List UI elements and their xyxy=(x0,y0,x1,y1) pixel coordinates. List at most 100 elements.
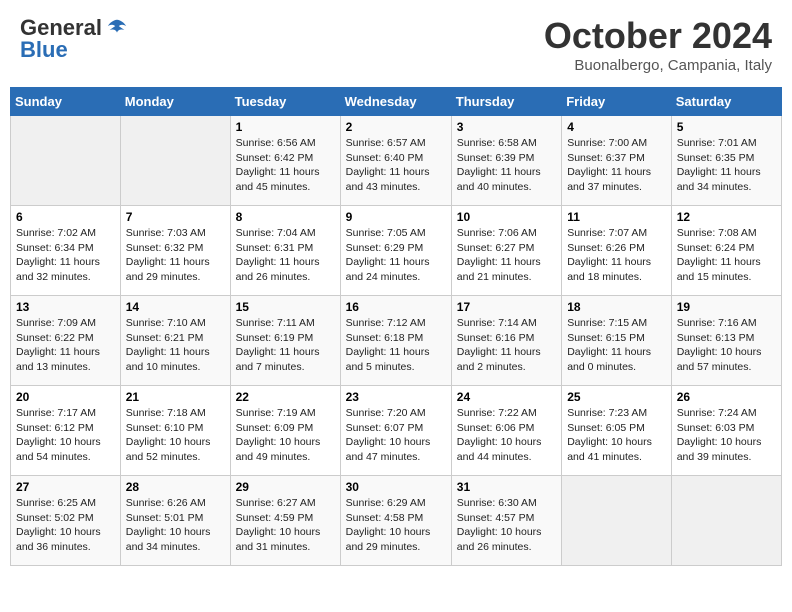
day-info: Sunrise: 6:27 AM Sunset: 4:59 PM Dayligh… xyxy=(236,496,335,555)
calendar-week-row: 20Sunrise: 7:17 AM Sunset: 6:12 PM Dayli… xyxy=(11,386,782,476)
calendar-cell: 17 Sunrise: 7:14 AM Sunset: 6:16 PM Dayli… xyxy=(451,296,561,386)
calendar-cell: 26 Sunrise: 7:24 AM Sunset: 6:03 PM Dayli… xyxy=(671,386,781,476)
weekday-header-sunday: Sunday xyxy=(11,88,121,116)
day-number: 8 xyxy=(236,210,335,224)
day-info: Sunrise: 6:26 AM Sunset: 5:01 PM Dayligh… xyxy=(126,496,225,555)
day-number: 7 xyxy=(126,210,225,224)
day-info: Sunrise: 7:12 AM Sunset: 6:18 PM Dayligh… xyxy=(346,316,446,375)
day-number: 20 xyxy=(16,390,115,404)
day-info: Sunrise: 7:01 AM Sunset: 6:35 PM Dayligh… xyxy=(677,136,776,195)
weekday-header-friday: Friday xyxy=(562,88,672,116)
calendar-cell: 4 Sunrise: 7:00 AM Sunset: 6:37 PM Daylig… xyxy=(562,116,672,206)
day-number: 21 xyxy=(126,390,225,404)
day-info: Sunrise: 7:09 AM Sunset: 6:22 PM Dayligh… xyxy=(16,316,115,375)
calendar-cell: 7 Sunrise: 7:03 AM Sunset: 6:32 PM Daylig… xyxy=(120,206,230,296)
calendar-cell: 15 Sunrise: 7:11 AM Sunset: 6:19 PM Dayli… xyxy=(230,296,340,386)
weekday-header-thursday: Thursday xyxy=(451,88,561,116)
day-number: 23 xyxy=(346,390,446,404)
day-number: 30 xyxy=(346,480,446,494)
calendar-cell: 19 Sunrise: 7:16 AM Sunset: 6:13 PM Dayli… xyxy=(671,296,781,386)
weekday-header-monday: Monday xyxy=(120,88,230,116)
calendar-cell: 28Sunrise: 6:26 AM Sunset: 5:01 PM Dayli… xyxy=(120,476,230,566)
logo-bird-icon xyxy=(106,17,128,39)
weekday-header-row: SundayMondayTuesdayWednesdayThursdayFrid… xyxy=(11,88,782,116)
day-number: 17 xyxy=(457,300,556,314)
day-info: Sunrise: 7:18 AM Sunset: 6:10 PM Dayligh… xyxy=(126,406,225,465)
calendar-cell: 27 Sunrise: 6:25 AM Sunset: 5:02 PM Dayli… xyxy=(11,476,121,566)
day-number: 1 xyxy=(236,120,335,134)
day-number: 25 xyxy=(567,390,666,404)
location-subtitle: Buonalbergo, Campania, Italy xyxy=(544,57,772,74)
day-number: 9 xyxy=(346,210,446,224)
month-title: October 2024 xyxy=(544,15,772,57)
calendar-table: SundayMondayTuesdayWednesdayThursdayFrid… xyxy=(10,87,782,566)
day-number: 31 xyxy=(457,480,556,494)
calendar-cell: 3 Sunrise: 6:58 AM Sunset: 6:39 PM Daylig… xyxy=(451,116,561,206)
day-info: Sunrise: 7:19 AM Sunset: 6:09 PM Dayligh… xyxy=(236,406,335,465)
day-number: 10 xyxy=(457,210,556,224)
day-info: Sunrise: 6:56 AM Sunset: 6:42 PM Dayligh… xyxy=(236,136,335,195)
day-info: Sunrise: 7:03 AM Sunset: 6:32 PM Dayligh… xyxy=(126,226,225,285)
day-number: 5 xyxy=(677,120,776,134)
day-number: 29 xyxy=(236,480,335,494)
calendar-cell: 22 Sunrise: 7:19 AM Sunset: 6:09 PM Dayli… xyxy=(230,386,340,476)
day-info: Sunrise: 6:57 AM Sunset: 6:40 PM Dayligh… xyxy=(346,136,446,195)
calendar-cell: 6Sunrise: 7:02 AM Sunset: 6:34 PM Daylig… xyxy=(11,206,121,296)
day-info: Sunrise: 7:24 AM Sunset: 6:03 PM Dayligh… xyxy=(677,406,776,465)
calendar-cell: 21 Sunrise: 7:18 AM Sunset: 6:10 PM Dayli… xyxy=(120,386,230,476)
day-number: 12 xyxy=(677,210,776,224)
day-info: Sunrise: 7:08 AM Sunset: 6:24 PM Dayligh… xyxy=(677,226,776,285)
calendar-cell: 24Sunrise: 7:22 AM Sunset: 6:06 PM Dayli… xyxy=(451,386,561,476)
calendar-week-row: 6Sunrise: 7:02 AM Sunset: 6:34 PM Daylig… xyxy=(11,206,782,296)
calendar-week-row: 1 Sunrise: 6:56 AM Sunset: 6:42 PM Daylig… xyxy=(11,116,782,206)
calendar-cell: 31Sunrise: 6:30 AM Sunset: 4:57 PM Dayli… xyxy=(451,476,561,566)
day-info: Sunrise: 7:05 AM Sunset: 6:29 PM Dayligh… xyxy=(346,226,446,285)
day-number: 24 xyxy=(457,390,556,404)
day-number: 18 xyxy=(567,300,666,314)
day-number: 16 xyxy=(346,300,446,314)
calendar-cell xyxy=(120,116,230,206)
weekday-header-saturday: Saturday xyxy=(671,88,781,116)
day-info: Sunrise: 7:07 AM Sunset: 6:26 PM Dayligh… xyxy=(567,226,666,285)
day-number: 6 xyxy=(16,210,115,224)
day-info: Sunrise: 7:06 AM Sunset: 6:27 PM Dayligh… xyxy=(457,226,556,285)
calendar-cell: 23Sunrise: 7:20 AM Sunset: 6:07 PM Dayli… xyxy=(340,386,451,476)
day-info: Sunrise: 7:23 AM Sunset: 6:05 PM Dayligh… xyxy=(567,406,666,465)
day-info: Sunrise: 6:25 AM Sunset: 5:02 PM Dayligh… xyxy=(16,496,115,555)
calendar-cell: 14 Sunrise: 7:10 AM Sunset: 6:21 PM Dayli… xyxy=(120,296,230,386)
weekday-header-tuesday: Tuesday xyxy=(230,88,340,116)
day-number: 11 xyxy=(567,210,666,224)
calendar-cell: 1 Sunrise: 6:56 AM Sunset: 6:42 PM Daylig… xyxy=(230,116,340,206)
day-number: 3 xyxy=(457,120,556,134)
calendar-cell: 13Sunrise: 7:09 AM Sunset: 6:22 PM Dayli… xyxy=(11,296,121,386)
day-info: Sunrise: 7:14 AM Sunset: 6:16 PM Dayligh… xyxy=(457,316,556,375)
calendar-cell: 20Sunrise: 7:17 AM Sunset: 6:12 PM Dayli… xyxy=(11,386,121,476)
page-header: General Blue October 2024 Buonalbergo, C… xyxy=(10,10,782,79)
day-number: 27 xyxy=(16,480,115,494)
calendar-cell xyxy=(11,116,121,206)
day-info: Sunrise: 7:16 AM Sunset: 6:13 PM Dayligh… xyxy=(677,316,776,375)
day-number: 14 xyxy=(126,300,225,314)
day-info: Sunrise: 7:00 AM Sunset: 6:37 PM Dayligh… xyxy=(567,136,666,195)
day-number: 22 xyxy=(236,390,335,404)
calendar-cell xyxy=(671,476,781,566)
calendar-cell: 25 Sunrise: 7:23 AM Sunset: 6:05 PM Dayli… xyxy=(562,386,672,476)
day-info: Sunrise: 7:10 AM Sunset: 6:21 PM Dayligh… xyxy=(126,316,225,375)
calendar-cell: 11 Sunrise: 7:07 AM Sunset: 6:26 PM Dayli… xyxy=(562,206,672,296)
day-number: 4 xyxy=(567,120,666,134)
day-number: 2 xyxy=(346,120,446,134)
day-info: Sunrise: 7:11 AM Sunset: 6:19 PM Dayligh… xyxy=(236,316,335,375)
day-number: 26 xyxy=(677,390,776,404)
day-info: Sunrise: 6:58 AM Sunset: 6:39 PM Dayligh… xyxy=(457,136,556,195)
day-number: 19 xyxy=(677,300,776,314)
title-block: October 2024 Buonalbergo, Campania, Ital… xyxy=(544,15,772,74)
day-info: Sunrise: 7:04 AM Sunset: 6:31 PM Dayligh… xyxy=(236,226,335,285)
calendar-week-row: 27 Sunrise: 6:25 AM Sunset: 5:02 PM Dayli… xyxy=(11,476,782,566)
calendar-cell: 2 Sunrise: 6:57 AM Sunset: 6:40 PM Daylig… xyxy=(340,116,451,206)
day-info: Sunrise: 6:29 AM Sunset: 4:58 PM Dayligh… xyxy=(346,496,446,555)
calendar-cell: 9 Sunrise: 7:05 AM Sunset: 6:29 PM Daylig… xyxy=(340,206,451,296)
day-number: 15 xyxy=(236,300,335,314)
logo: General Blue xyxy=(20,15,128,63)
calendar-cell: 5 Sunrise: 7:01 AM Sunset: 6:35 PM Daylig… xyxy=(671,116,781,206)
calendar-cell: 16 Sunrise: 7:12 AM Sunset: 6:18 PM Dayli… xyxy=(340,296,451,386)
